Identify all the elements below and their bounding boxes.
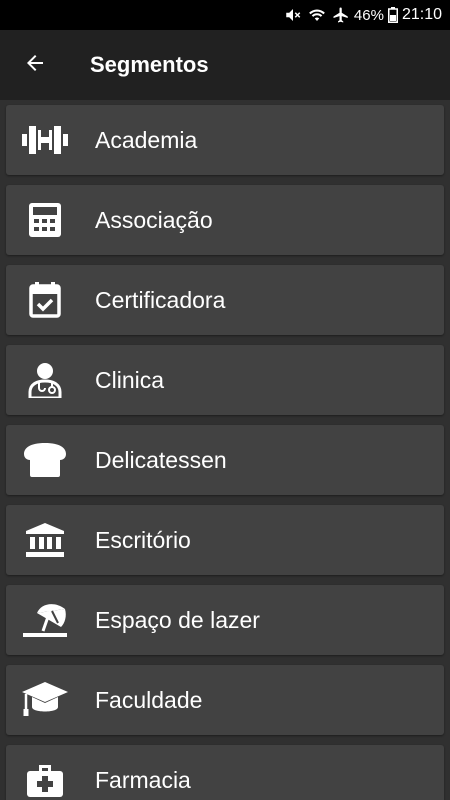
list-item-label: Farmacia bbox=[95, 766, 191, 793]
list-item-academia[interactable]: Academia bbox=[6, 105, 444, 175]
list-item-delicatessen[interactable]: Delicatessen bbox=[6, 425, 444, 495]
list-item-escritorio[interactable]: Escritório bbox=[6, 505, 444, 575]
list-item-farmacia[interactable]: Farmacia bbox=[6, 745, 444, 800]
airplane-icon bbox=[332, 6, 350, 24]
list-item-espaco-de-lazer[interactable]: Espaço de lazer bbox=[6, 585, 444, 655]
list-item-label: Delicatessen bbox=[95, 446, 227, 473]
medical-bag-icon bbox=[10, 745, 80, 800]
app-bar: Segmentos bbox=[0, 30, 450, 100]
list-item-clinica[interactable]: Clinica bbox=[6, 345, 444, 415]
list-item-associacao[interactable]: Associação bbox=[6, 185, 444, 255]
clock: 21:10 bbox=[401, 6, 442, 23]
screen: 46% 21:10 Segmentos Academia Associação … bbox=[0, 0, 450, 800]
list-item-faculdade[interactable]: Faculdade bbox=[6, 665, 444, 735]
beach-umbrella-icon bbox=[10, 585, 80, 655]
list-item-label: Academia bbox=[95, 126, 198, 153]
list-item-label: Clinica bbox=[95, 366, 165, 393]
mute-icon bbox=[284, 6, 302, 24]
doctor-icon bbox=[10, 345, 80, 415]
back-button[interactable] bbox=[0, 30, 70, 100]
list-item-label: Associação bbox=[95, 206, 213, 233]
bread-icon bbox=[10, 425, 80, 495]
dumbbell-icon bbox=[10, 105, 80, 175]
graduation-cap-icon bbox=[10, 665, 80, 735]
wifi-icon bbox=[308, 6, 326, 24]
segment-list: Academia Associação Certificadora Clinic… bbox=[0, 100, 450, 800]
calculator-icon bbox=[10, 185, 80, 255]
list-item-label: Certificadora bbox=[95, 286, 226, 313]
battery-percent: 46% bbox=[353, 6, 384, 24]
bank-icon bbox=[10, 505, 80, 575]
calendar-check-icon bbox=[10, 265, 80, 335]
arrow-left-icon bbox=[23, 51, 47, 80]
list-item-label: Espaço de lazer bbox=[95, 606, 260, 633]
page-title: Segmentos bbox=[90, 52, 209, 77]
status-bar: 46% 21:10 bbox=[0, 0, 450, 30]
list-item-label: Faculdade bbox=[95, 686, 203, 713]
list-item-certificadora[interactable]: Certificadora bbox=[6, 265, 444, 335]
list-item-label: Escritório bbox=[95, 526, 191, 553]
battery-icon bbox=[387, 6, 398, 24]
